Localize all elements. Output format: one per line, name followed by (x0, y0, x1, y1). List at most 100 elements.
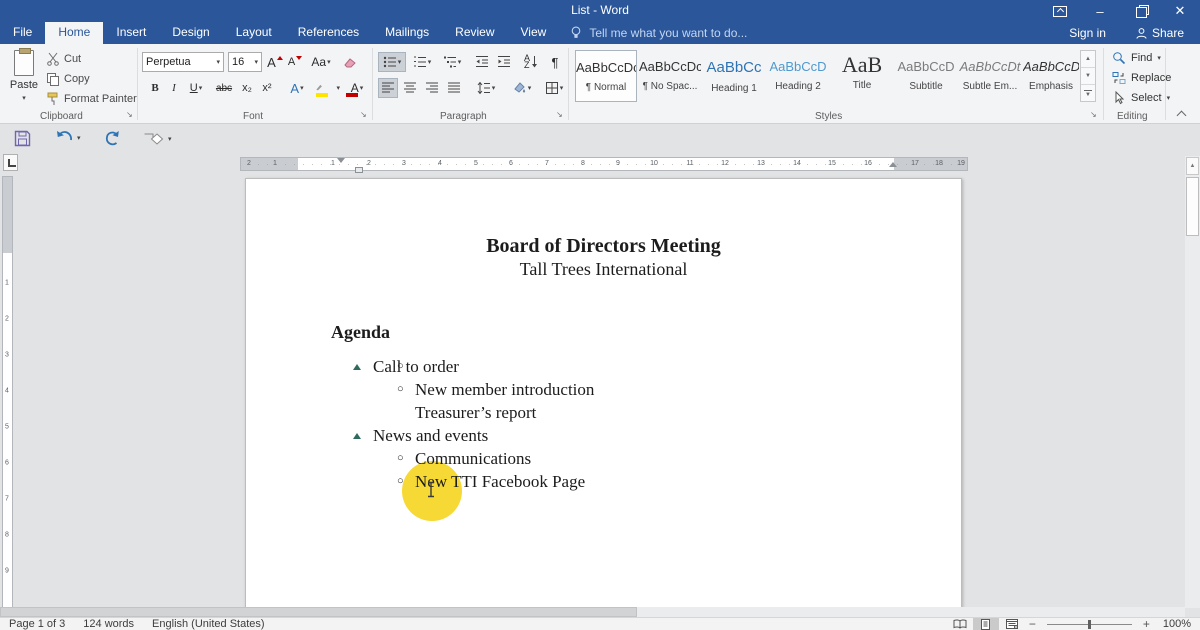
vertical-ruler[interactable]: 1 2 3 4 5 6 7 8 9 (2, 176, 13, 612)
paste-button[interactable]: Paste ▾ (6, 50, 42, 110)
tab-review[interactable]: Review (442, 22, 507, 44)
text-effects-button[interactable]: A▾ (284, 78, 310, 98)
language-status[interactable]: English (United States) (143, 618, 274, 630)
minimize-button[interactable]: – (1080, 0, 1120, 22)
undo-button[interactable]: ▾ (55, 130, 81, 146)
zoom-slider[interactable] (1047, 624, 1132, 625)
align-right-button[interactable] (422, 78, 442, 98)
tab-design[interactable]: Design (159, 22, 222, 44)
align-left-button[interactable] (378, 78, 398, 98)
style-heading2[interactable]: AaBbCcD Heading 2 (767, 50, 829, 102)
strikethrough-button[interactable]: abc (212, 78, 236, 98)
shading-button[interactable]: ▾ (508, 78, 536, 98)
style-no-spacing[interactable]: AaBbCcDc ¶ No Spac... (639, 50, 701, 102)
share-button[interactable]: Share (1120, 26, 1200, 40)
subscript-button[interactable]: x₂ (238, 78, 256, 98)
format-painter-button[interactable]: Format Painter (46, 92, 137, 106)
print-layout-button[interactable] (973, 618, 999, 630)
font-size-combo[interactable]: 16▾ (228, 52, 262, 72)
tab-insert[interactable]: Insert (103, 22, 159, 44)
underline-button[interactable]: U▾ (184, 78, 208, 98)
bold-button[interactable]: B (146, 78, 164, 98)
zoom-out-button[interactable]: − (1025, 617, 1040, 630)
change-case-button[interactable]: Aa▾ (308, 52, 334, 72)
copy-button[interactable]: Copy (46, 72, 90, 86)
styles-dialog-launcher[interactable]: ↘ (1090, 110, 1097, 119)
horizontal-scrollbar[interactable] (0, 607, 1185, 617)
zoom-level[interactable]: 100% (1154, 618, 1200, 630)
save-button[interactable] (14, 130, 31, 147)
clear-formatting-button[interactable] (340, 52, 360, 72)
style-subtle-emphasis[interactable]: AaBbCcDt Subtle Em... (959, 50, 1021, 102)
multilevel-list-button[interactable]: ▾ (438, 52, 466, 72)
cut-button[interactable]: Cut (46, 52, 81, 66)
collapse-ribbon-button[interactable] (1177, 111, 1187, 121)
scroll-up-button[interactable]: ▲ (1186, 157, 1199, 175)
restore-button[interactable] (1120, 0, 1160, 22)
font-name-combo[interactable]: Perpetua▾ (142, 52, 224, 72)
styles-scroll-down-button[interactable]: ▼ (1081, 68, 1095, 85)
styles-scroll-up-button[interactable]: ▲ (1081, 51, 1095, 68)
horizontal-scrollbar-thumb[interactable] (0, 607, 637, 617)
numbering-button[interactable]: ▾ (408, 52, 436, 72)
paragraph-dialog-launcher[interactable]: ↘ (556, 110, 563, 119)
tab-references[interactable]: References (285, 22, 372, 44)
tab-view[interactable]: View (508, 22, 560, 44)
vertical-scrollbar-thumb[interactable] (1186, 177, 1199, 236)
first-line-indent-marker[interactable] (337, 158, 345, 163)
tab-layout[interactable]: Layout (223, 22, 285, 44)
font-dialog-launcher[interactable]: ↘ (360, 110, 367, 119)
redo-button[interactable] (104, 130, 121, 147)
tell-me-box[interactable]: Tell me what you want to do... (559, 22, 757, 44)
horizontal-ruler[interactable]: 2 1 1 2 3 4 5 6 7 8 9 10 11 12 13 14 15 … (240, 157, 968, 171)
page-count[interactable]: Page 1 of 3 (0, 618, 74, 630)
style-heading1[interactable]: AaBbCc Heading 1 (703, 50, 765, 102)
highlight-color-button[interactable]: ▾ (314, 78, 340, 98)
right-indent-marker[interactable] (889, 162, 897, 167)
align-center-button[interactable] (400, 78, 420, 98)
style-title[interactable]: AaB Title (831, 50, 893, 102)
justify-button[interactable] (444, 78, 464, 98)
web-layout-button[interactable] (999, 618, 1025, 630)
tab-home[interactable]: Home (45, 22, 103, 44)
word-count[interactable]: 124 words (74, 618, 143, 630)
paste-dropdown-icon[interactable]: ▾ (22, 95, 26, 102)
sign-in-link[interactable]: Sign in (1055, 26, 1120, 40)
shrink-font-button[interactable]: A (286, 52, 304, 72)
select-button[interactable]: Select▾ (1112, 91, 1170, 105)
font-color-button[interactable]: A▾ (344, 78, 370, 98)
shapes-dropdown-icon[interactable]: ▾ (168, 135, 172, 143)
tab-mailings[interactable]: Mailings (372, 22, 442, 44)
document-page[interactable]: Board of Directors Meeting Tall Trees In… (245, 178, 962, 612)
left-indent-marker[interactable] (355, 167, 363, 173)
tab-stop-selector[interactable] (3, 154, 18, 171)
undo-dropdown-icon[interactable]: ▾ (77, 134, 81, 142)
replace-button[interactable]: Replace (1112, 71, 1171, 85)
paragraph-group-label: Paragraph (440, 111, 487, 122)
draw-shape-button[interactable]: ▾ (143, 130, 172, 147)
increase-indent-button[interactable] (494, 52, 514, 72)
style-normal[interactable]: AaBbCcDc ¶ Normal (575, 50, 637, 102)
show-hide-pilcrow-button[interactable]: ¶ (546, 52, 564, 72)
find-button[interactable]: Find▾ (1112, 51, 1161, 65)
styles-more-button[interactable]: ▼ (1081, 85, 1095, 102)
decrease-indent-button[interactable] (472, 52, 492, 72)
line-spacing-button[interactable]: ▾ (472, 78, 500, 98)
sort-button[interactable]: AZ (520, 52, 542, 72)
clipboard-dialog-launcher[interactable]: ↘ (126, 110, 133, 119)
zoom-in-button[interactable]: + (1139, 617, 1154, 630)
ribbon-display-options-button[interactable] (1040, 0, 1080, 22)
shading-icon (513, 81, 527, 95)
italic-button[interactable]: I (166, 78, 182, 98)
read-mode-button[interactable] (947, 618, 973, 630)
superscript-button[interactable]: x² (258, 78, 276, 98)
grow-font-button[interactable]: A (266, 52, 284, 72)
style-emphasis[interactable]: AaBbCcDt Emphasis (1023, 50, 1079, 102)
zoom-slider-thumb[interactable] (1088, 620, 1091, 629)
level2-bullet-icon: ○ (397, 476, 404, 488)
borders-button[interactable]: ▾ (540, 78, 568, 98)
tab-file[interactable]: File (0, 22, 45, 44)
bullets-button[interactable]: ▾ (378, 52, 406, 72)
style-subtitle[interactable]: AaBbCcD Subtitle (895, 50, 957, 102)
close-button[interactable]: ✕ (1160, 0, 1200, 22)
